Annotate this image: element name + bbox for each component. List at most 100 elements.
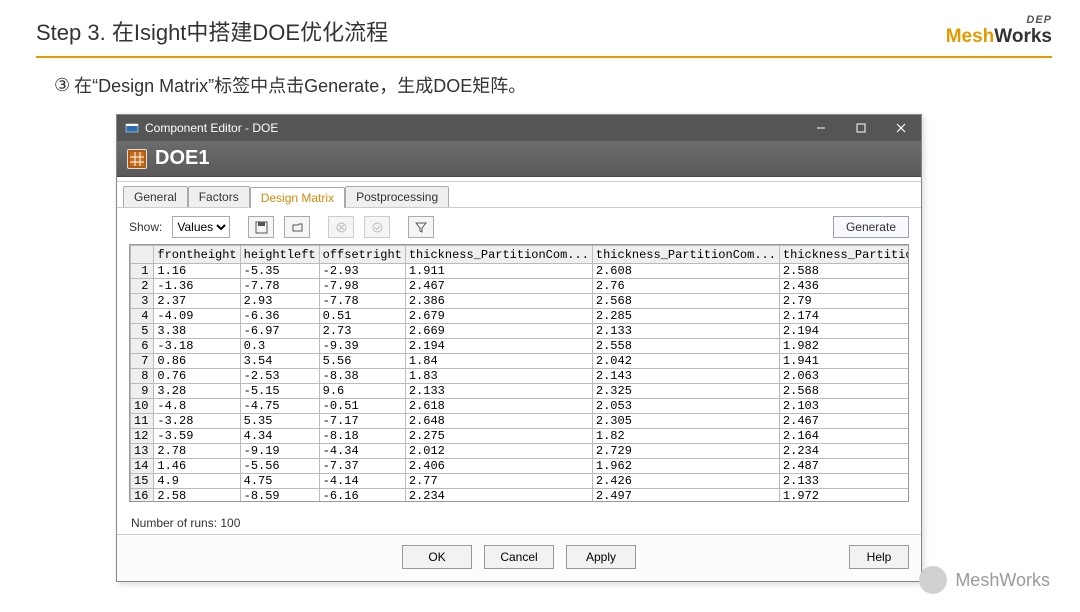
table-cell[interactable]: 2.588	[779, 264, 909, 279]
table-cell[interactable]: 2.194	[405, 339, 592, 354]
table-cell[interactable]: 2.194	[779, 324, 909, 339]
table-cell[interactable]: 2.497	[592, 489, 779, 503]
table-cell[interactable]: 2.133	[779, 474, 909, 489]
window-titlebar[interactable]: Component Editor - DOE	[117, 115, 921, 141]
table-cell[interactable]: 2.234	[779, 444, 909, 459]
column-header[interactable]: offsetright	[319, 246, 405, 264]
table-cell[interactable]: 1.83	[405, 369, 592, 384]
table-cell[interactable]: 2.406	[405, 459, 592, 474]
table-cell[interactable]: -8.18	[319, 429, 405, 444]
row-header[interactable]: 6	[131, 339, 154, 354]
table-cell[interactable]: 2.78	[154, 444, 240, 459]
tab-factors[interactable]: Factors	[188, 186, 250, 207]
table-cell[interactable]: 2.234	[405, 489, 592, 503]
table-cell[interactable]: 5.56	[319, 354, 405, 369]
table-cell[interactable]: -9.39	[319, 339, 405, 354]
table-row[interactable]: 93.28-5.159.62.1332.3252.568	[131, 384, 910, 399]
row-header[interactable]: 3	[131, 294, 154, 309]
row-header[interactable]: 1	[131, 264, 154, 279]
show-select[interactable]: Values	[172, 216, 230, 238]
table-cell[interactable]: -7.78	[240, 279, 319, 294]
ok-button[interactable]: OK	[402, 545, 472, 569]
apply-button[interactable]: Apply	[566, 545, 636, 569]
row-header[interactable]: 7	[131, 354, 154, 369]
table-cell[interactable]: 2.386	[405, 294, 592, 309]
table-cell[interactable]: 1.82	[592, 429, 779, 444]
table-cell[interactable]: 1.46	[154, 459, 240, 474]
row-header[interactable]: 14	[131, 459, 154, 474]
table-cell[interactable]: -7.98	[319, 279, 405, 294]
table-cell[interactable]: 3.28	[154, 384, 240, 399]
table-cell[interactable]: 2.76	[592, 279, 779, 294]
design-matrix-table[interactable]: frontheightheightleftoffsetrightthicknes…	[129, 244, 909, 502]
table-cell[interactable]: -4.8	[154, 399, 240, 414]
table-cell[interactable]: 1.911	[405, 264, 592, 279]
table-row[interactable]: 32.372.93-7.782.3862.5682.79	[131, 294, 910, 309]
table-cell[interactable]: 2.679	[405, 309, 592, 324]
table-row[interactable]: 11-3.285.35-7.172.6482.3052.467	[131, 414, 910, 429]
table-cell[interactable]: 2.467	[405, 279, 592, 294]
table-cell[interactable]: -2.53	[240, 369, 319, 384]
table-cell[interactable]: -6.16	[319, 489, 405, 503]
table-cell[interactable]: 2.729	[592, 444, 779, 459]
row-header[interactable]: 9	[131, 384, 154, 399]
table-cell[interactable]: -1.36	[154, 279, 240, 294]
table-cell[interactable]: -5.35	[240, 264, 319, 279]
table-row[interactable]: 6-3.180.3-9.392.1942.5581.982	[131, 339, 910, 354]
table-cell[interactable]: 2.669	[405, 324, 592, 339]
table-cell[interactable]: -4.34	[319, 444, 405, 459]
open-icon[interactable]	[284, 216, 310, 238]
table-cell[interactable]: 2.285	[592, 309, 779, 324]
table-cell[interactable]: 2.79	[779, 294, 909, 309]
column-header[interactable]: heightleft	[240, 246, 319, 264]
table-cell[interactable]: -6.36	[240, 309, 319, 324]
table-cell[interactable]: 2.143	[592, 369, 779, 384]
row-header[interactable]: 16	[131, 489, 154, 503]
tab-general[interactable]: General	[123, 186, 188, 207]
row-header[interactable]: 15	[131, 474, 154, 489]
table-row[interactable]: 10-4.8-4.75-0.512.6182.0532.103	[131, 399, 910, 414]
table-cell[interactable]: -7.37	[319, 459, 405, 474]
table-cell[interactable]: 2.58	[154, 489, 240, 503]
table-row[interactable]: 2-1.36-7.78-7.982.4672.762.436	[131, 279, 910, 294]
table-cell[interactable]: 0.76	[154, 369, 240, 384]
table-cell[interactable]: -4.75	[240, 399, 319, 414]
table-row[interactable]: 4-4.09-6.360.512.6792.2852.174	[131, 309, 910, 324]
table-row[interactable]: 162.58-8.59-6.162.2342.4971.972	[131, 489, 910, 503]
table-cell[interactable]: -9.19	[240, 444, 319, 459]
tab-design-matrix[interactable]: Design Matrix	[250, 187, 345, 208]
table-cell[interactable]: 5.35	[240, 414, 319, 429]
table-cell[interactable]: 2.436	[779, 279, 909, 294]
table-cell[interactable]: -2.93	[319, 264, 405, 279]
row-header[interactable]: 13	[131, 444, 154, 459]
table-cell[interactable]: 0.3	[240, 339, 319, 354]
row-header[interactable]: 12	[131, 429, 154, 444]
table-cell[interactable]: 2.618	[405, 399, 592, 414]
row-header[interactable]: 10	[131, 399, 154, 414]
table-cell[interactable]: 1.941	[779, 354, 909, 369]
table-cell[interactable]: -3.59	[154, 429, 240, 444]
table-cell[interactable]: 2.37	[154, 294, 240, 309]
table-cell[interactable]: -8.59	[240, 489, 319, 503]
row-header[interactable]: 5	[131, 324, 154, 339]
table-cell[interactable]: 2.325	[592, 384, 779, 399]
table-cell[interactable]: -4.09	[154, 309, 240, 324]
table-cell[interactable]: 2.467	[779, 414, 909, 429]
row-header[interactable]: 8	[131, 369, 154, 384]
table-cell[interactable]: 2.174	[779, 309, 909, 324]
row-header[interactable]: 11	[131, 414, 154, 429]
filter-icon[interactable]	[408, 216, 434, 238]
table-cell[interactable]: 4.34	[240, 429, 319, 444]
table-row[interactable]: 80.76-2.53-8.381.832.1432.063	[131, 369, 910, 384]
table-cell[interactable]: 2.275	[405, 429, 592, 444]
table-cell[interactable]: -3.28	[154, 414, 240, 429]
table-cell[interactable]: 2.93	[240, 294, 319, 309]
table-cell[interactable]: 2.133	[592, 324, 779, 339]
table-cell[interactable]: 1.982	[779, 339, 909, 354]
cancel-button[interactable]: Cancel	[484, 545, 554, 569]
table-cell[interactable]: -4.14	[319, 474, 405, 489]
table-cell[interactable]: 2.426	[592, 474, 779, 489]
table-cell[interactable]: 0.51	[319, 309, 405, 324]
table-cell[interactable]: 2.164	[779, 429, 909, 444]
column-header[interactable]: thickness_PartitionCom...	[592, 246, 779, 264]
